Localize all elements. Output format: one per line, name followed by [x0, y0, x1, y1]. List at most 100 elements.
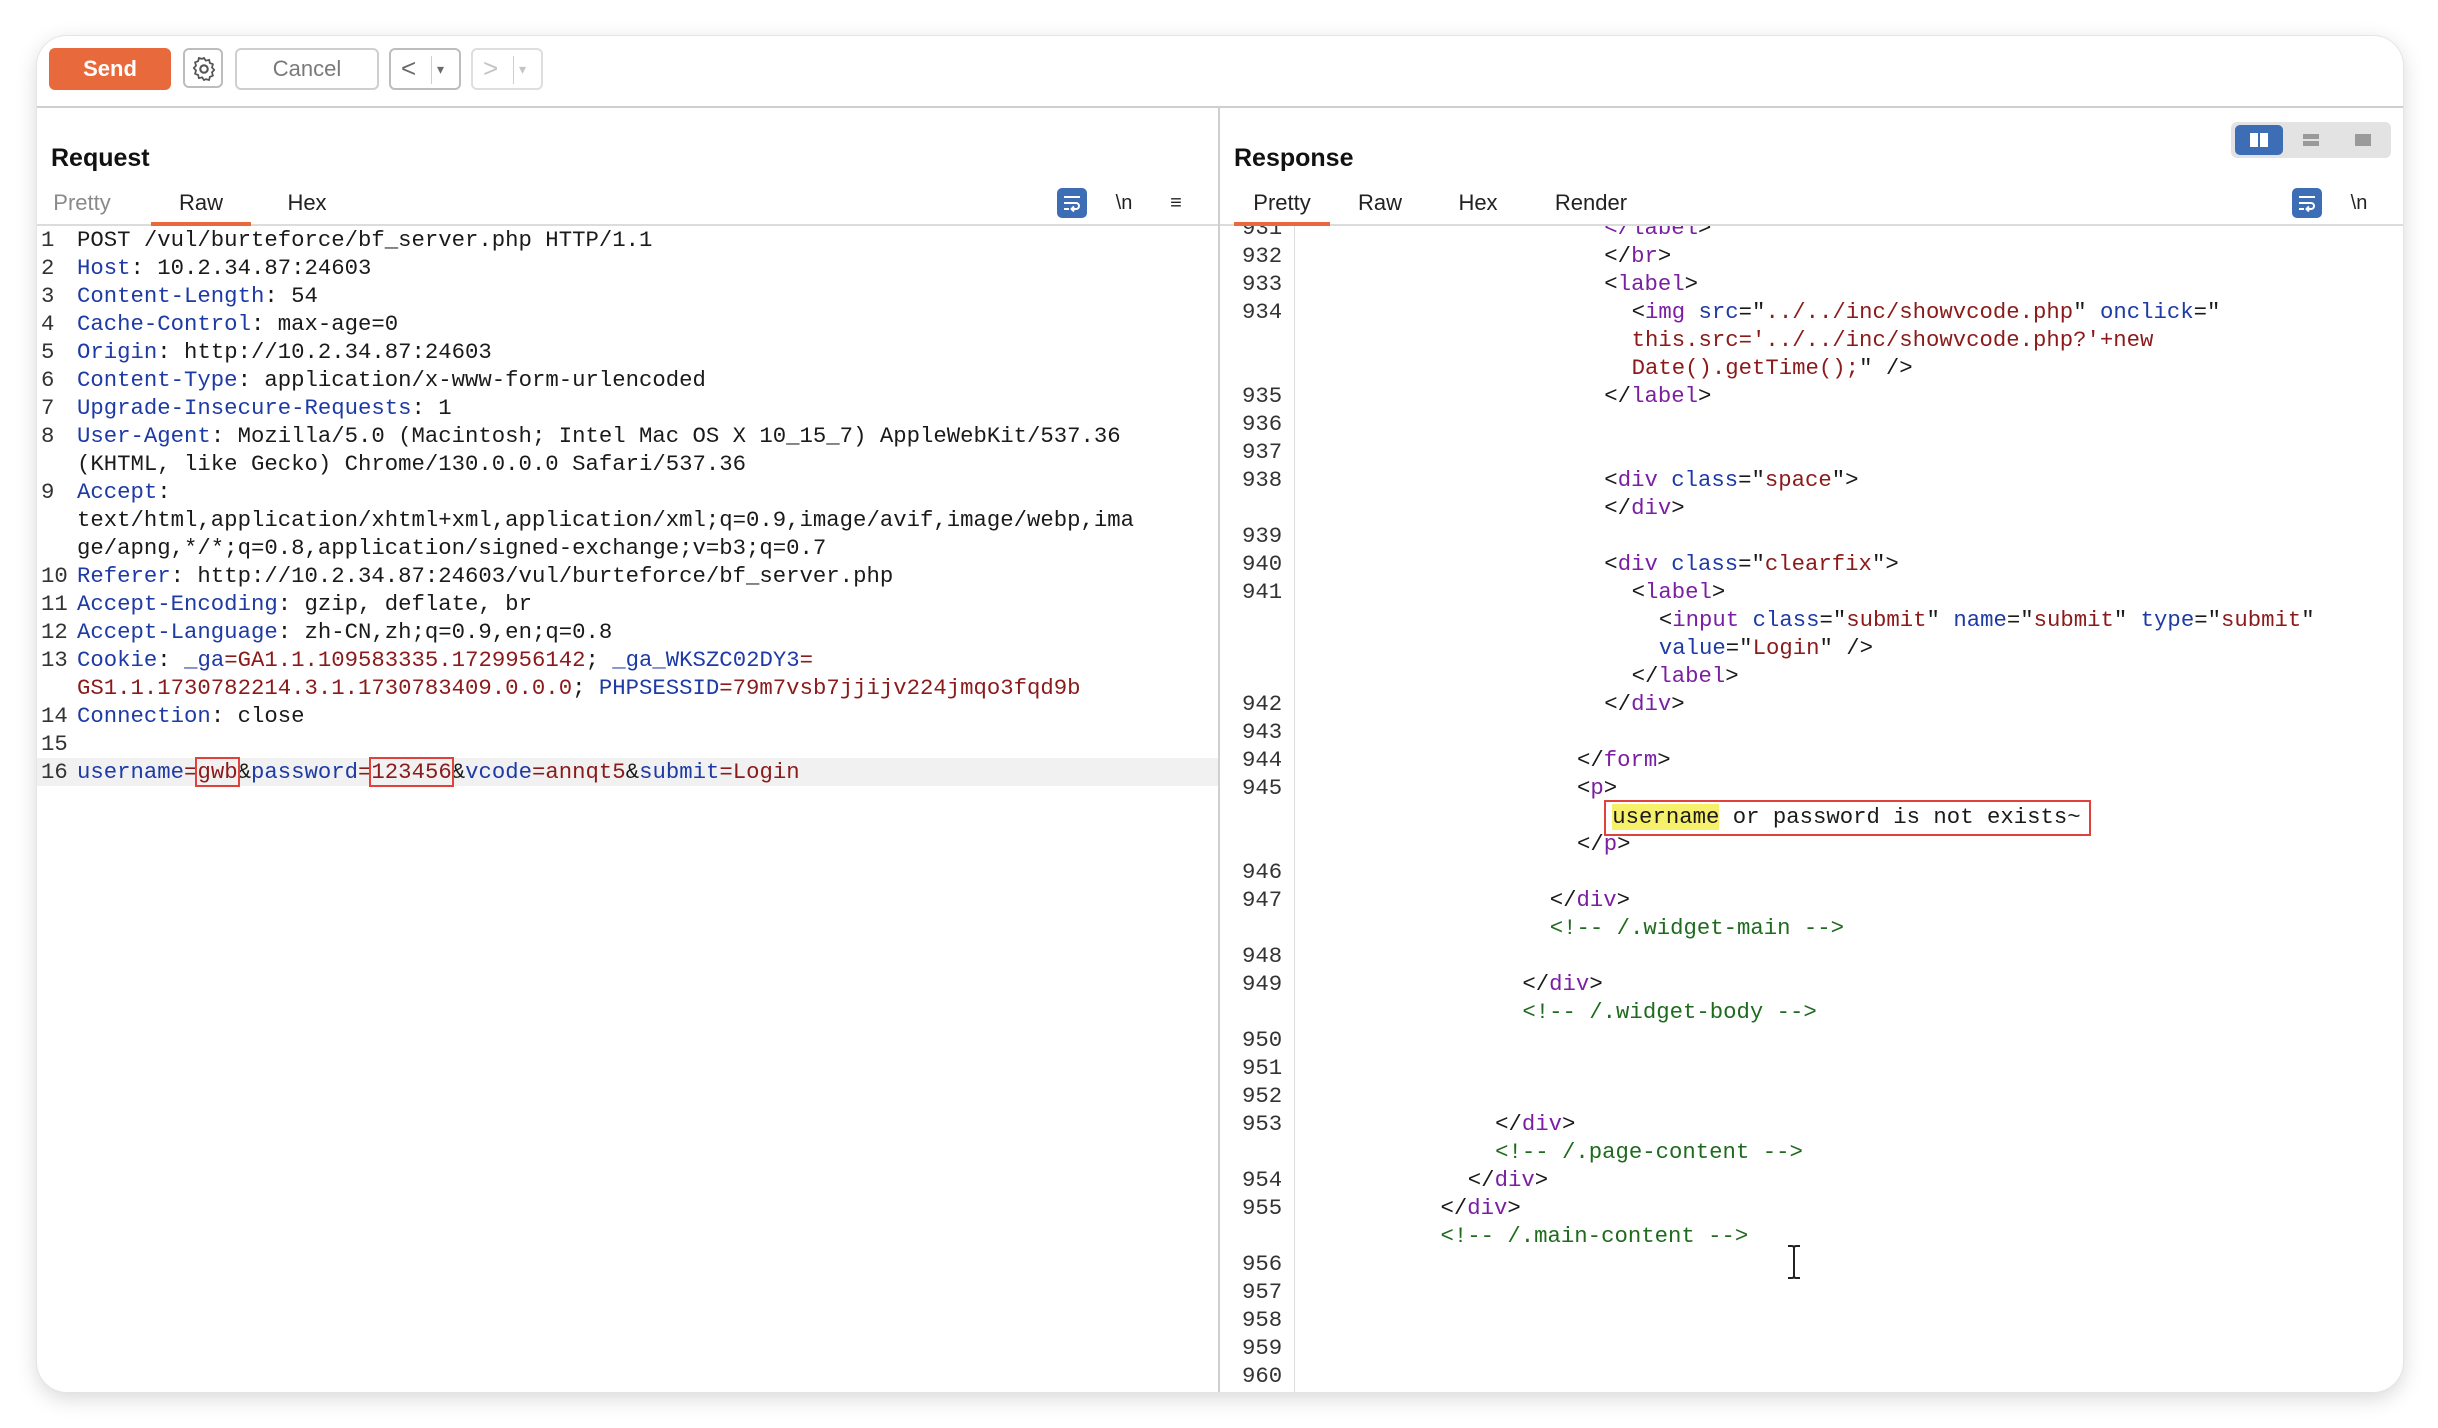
code-token: >	[1589, 971, 1603, 997]
show-newlines-button[interactable]: \n	[1109, 188, 1139, 218]
response-line: 932 </br>	[1220, 242, 2403, 270]
code-token: >	[1684, 271, 1698, 297]
request-line: 4 Cache-Control: max-age=0	[37, 310, 1218, 338]
layout-toggle	[2231, 122, 2391, 158]
request-line: 13 Cookie: _ga=GA1.1.109583335.1729956142…	[37, 646, 1218, 674]
code-token: >	[1711, 579, 1726, 605]
code-token: =79m7vsb7jjijv224jmqo3fqd9b	[719, 675, 1081, 701]
response-line: 953 </div>	[1220, 1110, 2403, 1138]
code-token: div	[1631, 495, 1672, 521]
code-token: ="	[2194, 607, 2221, 633]
wrap-text-icon	[1064, 196, 1080, 212]
request-line: 3 Content-Length: 54	[37, 282, 1218, 310]
cancel-button[interactable]: Cancel	[235, 48, 379, 90]
code-token: </	[1440, 1195, 1468, 1221]
line-content: Cache-Control: max-age=0	[77, 310, 398, 338]
response-tab-render[interactable]: Render	[1546, 186, 1636, 222]
line-number: 954	[1242, 1167, 1283, 1193]
code-token: type	[2140, 607, 2195, 633]
code-token: Host	[77, 255, 131, 281]
response-tab-raw[interactable]: Raw	[1350, 186, 1410, 222]
code-token: this.src='../../inc/showvcode.php?'+new	[1631, 327, 2154, 353]
code-token: p	[1603, 831, 1618, 857]
response-menu-icon[interactable]: ≡	[2396, 188, 2403, 218]
code-token: "	[1926, 607, 1954, 633]
layout-side-by-side-button[interactable]	[2235, 125, 2283, 155]
text-cursor-icon	[1788, 1245, 1800, 1279]
code-token: vcode	[465, 759, 533, 785]
request-line: 11 Accept-Encoding: gzip, deflate, br	[37, 590, 1218, 618]
layout-single-button[interactable]	[2339, 125, 2387, 155]
response-tab-pretty[interactable]: Pretty	[1234, 186, 1330, 226]
code-token: </	[1467, 1167, 1495, 1193]
code-token: div	[1617, 551, 1672, 577]
response-line: 937	[1220, 438, 2403, 466]
request-title: Request	[51, 144, 150, 172]
code-token: </	[1604, 243, 1632, 269]
response-tab-hex[interactable]: Hex	[1448, 186, 1508, 222]
layout-stacked-button[interactable]	[2287, 125, 2335, 155]
code-token: :	[157, 647, 185, 673]
line-number: 1	[41, 227, 55, 253]
line-number: 933	[1242, 271, 1283, 297]
line-number: 959	[1242, 1335, 1283, 1361]
code-token: username	[77, 759, 185, 785]
request-tab-pretty[interactable]: Pretty	[51, 186, 113, 222]
line-content: </div>	[1441, 1194, 1521, 1222]
code-token: &	[237, 759, 251, 785]
request-tab-raw[interactable]: Raw	[151, 186, 251, 226]
code-token: onclick	[2099, 299, 2194, 325]
request-menu-icon[interactable]: ≡	[1161, 188, 1191, 218]
line-number: 2	[41, 255, 55, 281]
line-number: 3	[41, 283, 55, 309]
word-wrap-button[interactable]	[1057, 188, 1087, 218]
back-button[interactable]: < ▾	[389, 48, 461, 90]
code-token: <!-- /.main-content -->	[1440, 1223, 1749, 1249]
line-number: 14	[41, 703, 68, 729]
code-token: =	[799, 647, 813, 673]
response-line: 949 </div>	[1220, 970, 2403, 998]
request-line: 9 Accept:	[37, 478, 1218, 506]
response-show-newlines-button[interactable]: \n	[2344, 188, 2374, 218]
code-token: &	[451, 759, 466, 785]
send-button[interactable]: Send	[49, 48, 171, 90]
button-separator	[513, 56, 514, 84]
line-number: 6	[41, 367, 55, 393]
forward-button[interactable]: > ▾	[471, 48, 543, 90]
code-token: submit	[2033, 607, 2114, 633]
response-line: 955 </div>	[1220, 1194, 2403, 1222]
settings-button[interactable]	[183, 48, 223, 88]
response-editor[interactable]: 931 </label> 932 </br> 933 <label> 934 <img src…	[1220, 226, 2403, 1392]
code-token: : http://10.2.34.87:24603/vul/burteforce…	[170, 563, 894, 589]
line-number: 931	[1242, 226, 1283, 241]
code-token: Accept-Language	[77, 619, 278, 645]
code-token: gwb	[195, 757, 240, 787]
line-content: </div>	[1550, 886, 1630, 914]
request-tab-hex[interactable]: Hex	[277, 186, 337, 222]
line-number: 944	[1242, 747, 1283, 773]
code-token: :	[157, 479, 171, 505]
code-token: >	[1671, 495, 1685, 521]
request-line: 8 User-Agent: Mozilla/5.0 (Macintosh; Int…	[37, 422, 1218, 450]
code-token: <	[1604, 467, 1618, 493]
code-token: Referer	[77, 563, 171, 589]
code-token: src	[1698, 299, 1739, 325]
code-token: >	[1725, 663, 1739, 689]
line-content: Upgrade-Insecure-Requests: 1	[77, 394, 452, 422]
request-editor[interactable]: 1 POST /vul/burteforce/bf_server.php HTTP…	[37, 226, 1218, 1392]
line-number: 943	[1242, 719, 1283, 745]
code-token: <	[1658, 607, 1673, 633]
code-token: PHPSESSID	[598, 675, 720, 701]
request-line: text/html,application/xhtml+xml,applicat…	[37, 506, 1218, 534]
code-token: : zh-CN,zh;q=0.9,en;q=0.8	[277, 619, 613, 645]
response-word-wrap-button[interactable]	[2292, 188, 2322, 218]
back-dropdown-icon[interactable]: ▾	[437, 51, 444, 87]
code-token: Date().getTime();	[1631, 355, 1860, 381]
response-line: 950	[1220, 1026, 2403, 1054]
forward-dropdown-icon[interactable]: ▾	[519, 51, 526, 87]
code-token: >	[1534, 1167, 1549, 1193]
code-token: ="	[2193, 299, 2221, 325]
line-number: 958	[1242, 1307, 1283, 1333]
line-number: 957	[1242, 1279, 1283, 1305]
single-pane-icon	[2355, 134, 2371, 146]
